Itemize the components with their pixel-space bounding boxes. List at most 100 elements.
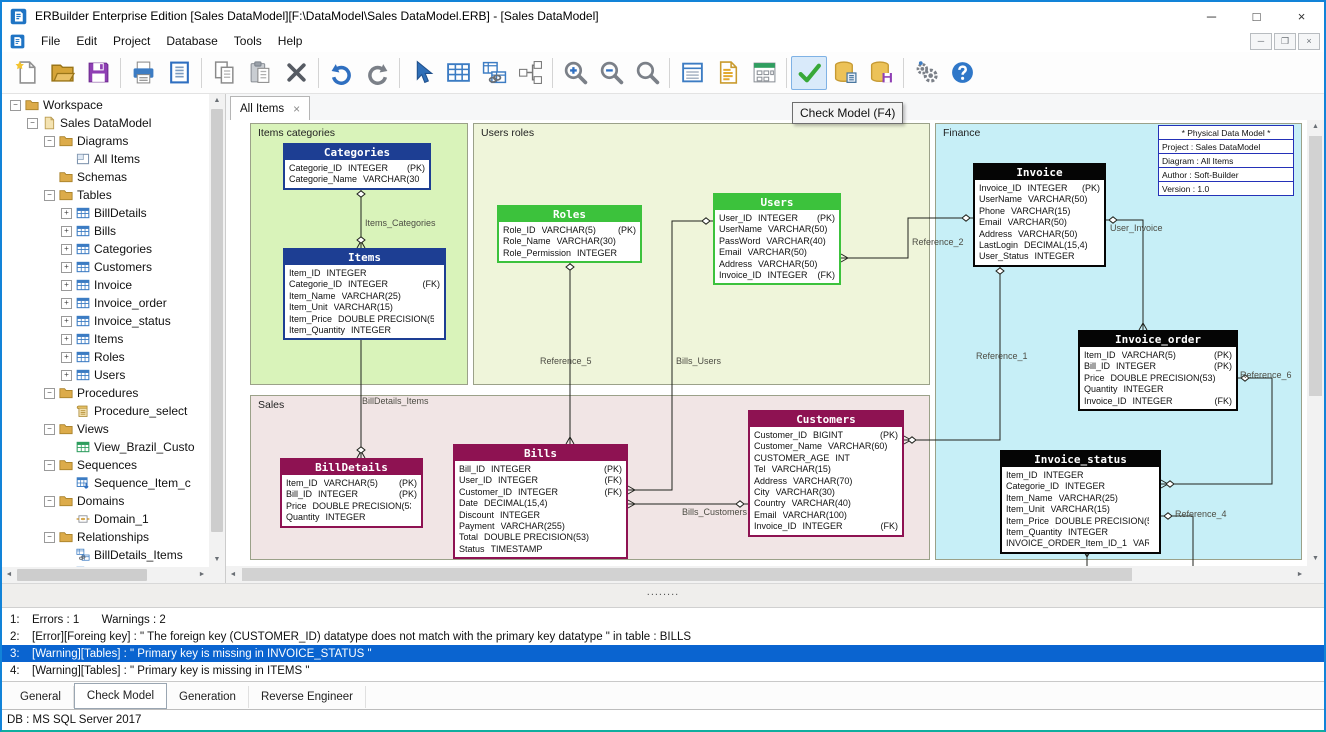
tree-toggle-icon[interactable]: + [61,298,72,309]
tree-item-views[interactable]: −Views [2,420,209,438]
tree-item-bills[interactable]: +Bills [2,222,209,240]
tree-item-tables[interactable]: −Tables [2,186,209,204]
tree-toggle-icon[interactable]: + [61,262,72,273]
mdi-restore-button[interactable]: ❐ [1274,33,1296,50]
menu-database[interactable]: Database [158,32,225,50]
tree-item-schemas[interactable]: Schemas [2,168,209,186]
sidebar-hscroll-thumb[interactable] [17,569,147,581]
scroll-up-icon[interactable]: ▲ [1307,120,1324,134]
maximize-button[interactable]: □ [1234,3,1279,30]
tree-item-sales-datamodel[interactable]: −Sales DataModel [2,114,209,132]
entity-categories[interactable]: CategoriesCategorie_IDINTEGER(PK)Categor… [283,143,431,190]
zoom-in-button[interactable] [557,56,593,90]
canvas-horizontal-scrollbar[interactable]: ◄ ► [226,566,1307,583]
entity-invoice-order[interactable]: Invoice_orderItem_IDVARCHAR(5)(PK)Bill_I… [1078,330,1238,411]
new-relationship-button[interactable] [476,56,512,90]
sidebar-vscroll-thumb[interactable] [211,109,223,532]
tree-item-view-brazil-custo[interactable]: View_Brazil_Custo [2,438,209,456]
tree-item-diagrams[interactable]: −Diagrams [2,132,209,150]
copy-button[interactable] [206,56,242,90]
scroll-down-icon[interactable]: ▼ [1307,552,1324,566]
tree-toggle-icon[interactable]: + [61,316,72,327]
bottom-tab-general[interactable]: General [8,686,74,708]
message-row[interactable]: 1:Errors : 1 Warnings : 2 [2,611,1324,628]
tree-item-invoice[interactable]: +Invoice [2,276,209,294]
tree-item-billdetails[interactable]: +BillDetails [2,204,209,222]
sidebar-horizontal-scrollbar[interactable]: ◄ ► [2,567,209,583]
mdi-minimize-button[interactable]: ─ [1250,33,1272,50]
entity-invoice-status[interactable]: Invoice_statusItem_IDINTEGERCategorie_ID… [1000,450,1161,554]
tree-item-procedures[interactable]: −Procedures [2,384,209,402]
menu-project[interactable]: Project [105,32,158,50]
print-button[interactable] [125,56,161,90]
bottom-tab-check-model[interactable]: Check Model [74,683,167,709]
zoom-button[interactable] [629,56,665,90]
entity-bills[interactable]: BillsBill_IDINTEGER(PK)User_IDINTEGER(FK… [453,444,628,559]
menu-help[interactable]: Help [270,32,311,50]
delete-button[interactable] [278,56,314,90]
tree-item-procedure-select[interactable]: Procedure_select [2,402,209,420]
tree-item-items[interactable]: +Items [2,330,209,348]
tree-item-relationships[interactable]: −Relationships [2,528,209,546]
tree-toggle-icon[interactable]: − [44,532,55,543]
canvas-vscroll-thumb[interactable] [1309,136,1322,396]
entity-users[interactable]: UsersUser_IDINTEGER(PK)UserNameVARCHAR(5… [713,193,841,285]
scroll-right-icon[interactable]: ► [1293,566,1307,583]
tab-all-items[interactable]: All Items × [230,96,310,120]
zoom-out-button[interactable] [593,56,629,90]
tree-toggle-icon[interactable]: + [61,208,72,219]
message-row[interactable]: 2:[Error][Foreing key] : " The foreign k… [2,628,1324,645]
tree-item-domains[interactable]: −Domains [2,492,209,510]
minimize-button[interactable]: ─ [1189,3,1234,30]
panel-splitter[interactable]: ........ [2,583,1324,608]
entity-billdetails[interactable]: BillDetailsItem_IDVARCHAR(5)(PK)Bill_IDI… [280,458,423,528]
tree-toggle-icon[interactable]: + [61,352,72,363]
open-model-button[interactable] [44,56,80,90]
entity-roles[interactable]: RolesRole_IDVARCHAR(5)(PK)Role_NameVARCH… [497,205,642,263]
connector-user-invoice[interactable] [1106,220,1143,330]
tree-toggle-icon[interactable]: − [44,388,55,399]
select-pointer-button[interactable] [404,56,440,90]
tree-item-customers[interactable]: +Customers [2,258,209,276]
tree-item-billdetails-items[interactable]: BillDetails_Items [2,546,209,564]
menu-tools[interactable]: Tools [226,32,270,50]
print-preview-button[interactable] [161,56,197,90]
settings-button[interactable] [908,56,944,90]
close-button[interactable]: × [1279,3,1324,30]
tree-toggle-icon[interactable]: − [44,460,55,471]
scroll-right-icon[interactable]: ► [195,567,209,583]
tree-item-users[interactable]: +Users [2,366,209,384]
script-document-button[interactable] [710,56,746,90]
diagram-info-box[interactable]: * Physical Data Model *Project : Sales D… [1158,125,1294,196]
tree-toggle-icon[interactable]: − [27,118,38,129]
sidebar-vertical-scrollbar[interactable]: ▲ ▼ [209,94,225,567]
tree-item-sequences[interactable]: −Sequences [2,456,209,474]
menu-edit[interactable]: Edit [68,32,105,50]
scroll-up-icon[interactable]: ▲ [209,94,225,108]
tree-item-workspace[interactable]: −Workspace [2,96,209,114]
tree-toggle-icon[interactable]: + [61,370,72,381]
tree-item-sequence-item-c[interactable]: Sequence_Item_c [2,474,209,492]
tree-toggle-icon[interactable]: − [10,100,21,111]
scroll-left-icon[interactable]: ◄ [226,566,240,583]
tree-toggle-icon[interactable]: + [61,280,72,291]
scroll-down-icon[interactable]: ▼ [209,553,225,567]
entity-customers[interactable]: CustomersCustomer_IDBIGINT(PK)Customer_N… [748,410,904,537]
tree-toggle-icon[interactable]: − [44,496,55,507]
redo-button[interactable] [359,56,395,90]
tree-toggle-icon[interactable]: + [61,244,72,255]
mdi-close-button[interactable]: × [1298,33,1320,50]
tree-toggle-icon[interactable]: + [61,226,72,237]
menu-file[interactable]: File [33,32,68,50]
canvas-hscroll-thumb[interactable] [242,568,1132,581]
tree-item-invoice-order[interactable]: +Invoice_order [2,294,209,312]
canvas-vertical-scrollbar[interactable]: ▲ ▼ [1307,120,1324,566]
undo-button[interactable] [323,56,359,90]
entity-invoice[interactable]: InvoiceInvoice_IDINTEGER(PK)UserNameVARC… [973,163,1106,267]
new-table-button[interactable] [440,56,476,90]
save-database-button[interactable] [863,56,899,90]
form-view-button[interactable] [746,56,782,90]
tree-toggle-icon[interactable]: − [44,136,55,147]
new-model-button[interactable] [8,56,44,90]
save-model-button[interactable] [80,56,116,90]
